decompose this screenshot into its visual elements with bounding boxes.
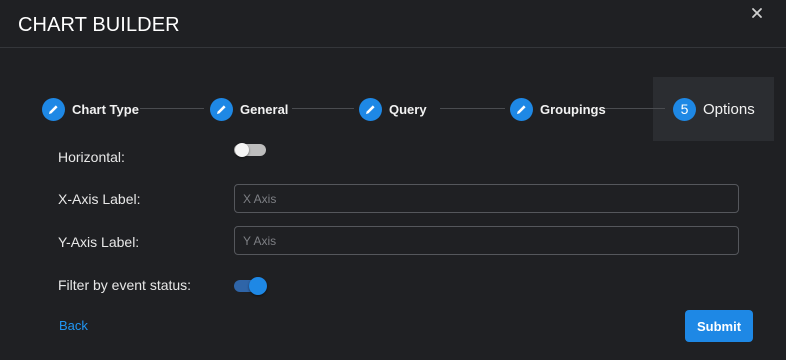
step-connector: [140, 108, 204, 109]
y-axis-input[interactable]: [234, 226, 739, 255]
close-icon[interactable]: [748, 4, 766, 22]
step-chart-type[interactable]: Chart Type: [42, 97, 139, 121]
x-axis-label: X-Axis Label:: [58, 191, 141, 207]
dialog-title: CHART BUILDER: [18, 14, 180, 36]
dialog-header: CHART BUILDER: [0, 0, 786, 48]
horizontal-toggle[interactable]: [234, 141, 266, 159]
step-number: 5: [673, 97, 696, 121]
toggle-knob: [235, 143, 249, 157]
chart-builder-dialog: CHART BUILDER Chart Type General Query G…: [0, 0, 786, 360]
pencil-icon: [510, 97, 533, 121]
step-options[interactable]: 5 Options: [673, 97, 755, 121]
pencil-icon: [210, 97, 233, 121]
step-general[interactable]: General: [210, 97, 288, 121]
step-label: Chart Type: [72, 101, 139, 117]
submit-button[interactable]: Submit: [685, 310, 753, 342]
pencil-icon: [42, 97, 65, 121]
step-label: Options: [703, 100, 755, 118]
filter-status-label: Filter by event status:: [58, 277, 192, 293]
step-connector: [292, 108, 354, 109]
step-groupings[interactable]: Groupings: [510, 97, 606, 121]
horizontal-label: Horizontal:: [58, 149, 125, 165]
filter-status-toggle[interactable]: [234, 277, 267, 295]
step-label: Query: [389, 101, 427, 117]
step-connector: [605, 108, 665, 109]
x-axis-input[interactable]: [234, 184, 739, 213]
y-axis-label: Y-Axis Label:: [58, 234, 140, 250]
pencil-icon: [359, 97, 382, 121]
step-label: General: [240, 101, 289, 117]
step-label: Groupings: [540, 101, 606, 117]
step-query[interactable]: Query: [359, 97, 427, 121]
stepper: Chart Type General Query Groupings 5 Opt…: [0, 77, 786, 141]
toggle-knob: [249, 277, 267, 295]
back-button[interactable]: Back: [59, 318, 88, 333]
step-connector: [440, 108, 505, 109]
